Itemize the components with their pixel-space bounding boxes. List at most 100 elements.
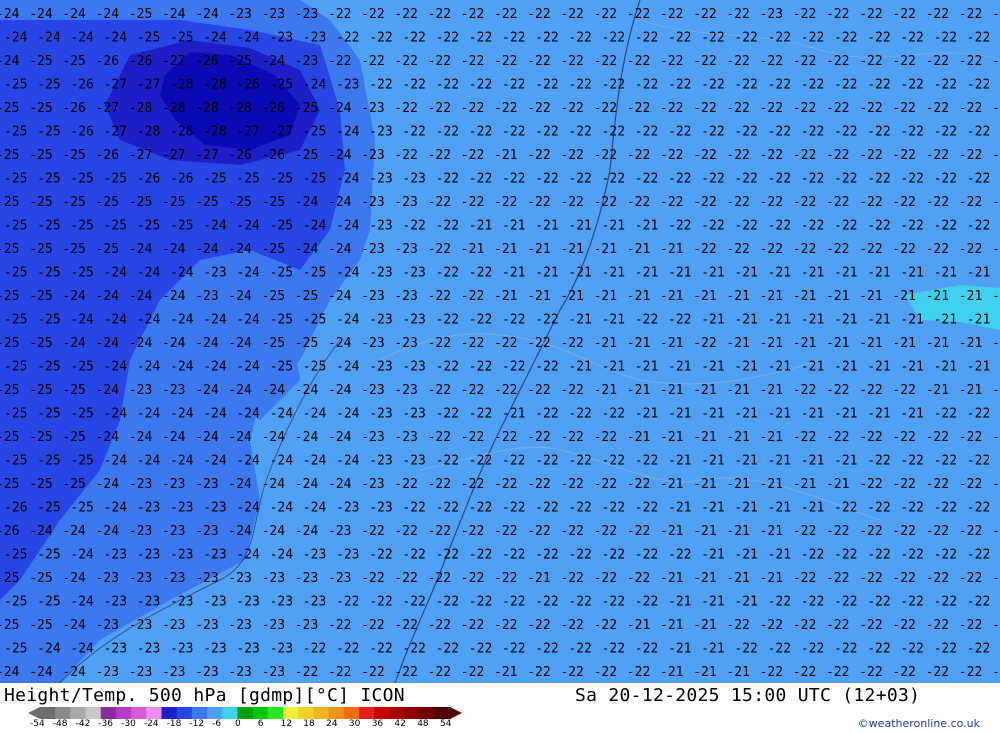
contour-label: -22 <box>328 618 351 633</box>
contour-label: -22 <box>793 665 816 680</box>
contour-label: -24 <box>328 101 352 116</box>
contour-label: -25 <box>270 313 293 328</box>
contour-label: -24 <box>62 618 86 633</box>
contour-label: -22 <box>660 148 683 163</box>
contour-label: -22 <box>926 477 949 492</box>
contour-label: -22 <box>436 501 459 516</box>
contour-label: -25 <box>29 289 52 304</box>
contour-label: -21 <box>834 266 857 281</box>
contour-label: -22 <box>502 642 525 657</box>
contour-label: -22 <box>394 148 417 163</box>
contour-label: -22 <box>892 148 915 163</box>
contour-label: -25 <box>4 172 27 187</box>
contour-label: -22 <box>834 642 857 657</box>
contour-label: -22 <box>535 548 558 563</box>
contour-label: -22 <box>560 54 583 69</box>
contour-label: -25 <box>37 219 60 234</box>
scale-swatch <box>161 707 178 719</box>
contour-label: -22 <box>859 430 882 445</box>
contour-label: -21 <box>926 336 949 351</box>
contour-label: -24 <box>162 289 186 304</box>
contour-label: -25 <box>0 242 19 257</box>
weather-map: -24-24-24-24-25-24-24-23-23-23-22-22-22-… <box>0 0 1000 683</box>
contour-label: -21 <box>701 313 724 328</box>
contour-label: -22 <box>892 195 915 210</box>
contour-label: -23 <box>228 618 251 633</box>
scale-tick-label: -24 <box>143 719 159 729</box>
contour-label: -24 <box>270 548 294 563</box>
contour-label: -25 <box>70 219 93 234</box>
contour-label: -21 <box>693 524 716 539</box>
contour-label: -22 <box>892 665 915 680</box>
contour-label: -22 <box>867 595 890 610</box>
contour-label: -26 <box>0 524 19 539</box>
contour-label: -22 <box>992 618 1000 633</box>
contour-label: -22 <box>826 7 849 22</box>
contour-label: -24 <box>303 219 327 234</box>
contour-label: -24 <box>96 336 120 351</box>
scale-tick-label: 36 <box>371 719 384 729</box>
contour-label: -21 <box>867 266 890 281</box>
credit-link[interactable]: ©weatheronline.co.uk <box>858 717 980 730</box>
contour-label: -21 <box>834 313 857 328</box>
contour-label: -23 <box>402 313 425 328</box>
contour-label: -23 <box>402 407 425 422</box>
contour-label: -27 <box>162 54 185 69</box>
contour-label: -23 <box>361 101 384 116</box>
contour-label: -22 <box>959 618 982 633</box>
contour-label: -22 <box>394 477 417 492</box>
contour-label: -22 <box>369 642 392 657</box>
contour-label: -22 <box>494 618 517 633</box>
contour-label: -24 <box>328 430 352 445</box>
contour-label: -22 <box>461 618 484 633</box>
contour-label: -25 <box>0 289 19 304</box>
contour-label: -22 <box>668 31 691 46</box>
contour-label: -25 <box>70 172 93 187</box>
contour-label: -22 <box>361 54 384 69</box>
contour-label: -22 <box>934 78 957 93</box>
contour-label: -21 <box>693 430 716 445</box>
contour-label: -26 <box>96 148 119 163</box>
contour-label: -23 <box>270 31 293 46</box>
contour-label: -24 <box>236 407 260 422</box>
contour-label: -24 <box>236 266 260 281</box>
contour-label: -21 <box>992 336 1000 351</box>
contour-label: -22 <box>900 219 923 234</box>
contour-label: -23 <box>137 642 160 657</box>
contour-label: -22 <box>461 101 484 116</box>
contour-label: -22 <box>635 125 658 140</box>
contour-label: -21 <box>701 407 724 422</box>
contour-label: -21 <box>660 571 683 586</box>
contour-label: -22 <box>768 78 791 93</box>
contour-label: -24 <box>96 524 120 539</box>
contour-label: -22 <box>826 242 849 257</box>
contour-label: -22 <box>760 195 783 210</box>
contour-label: -21 <box>627 289 650 304</box>
contour-label: -24 <box>328 383 352 398</box>
contour-label: -22 <box>826 430 849 445</box>
scale-tick-label: 6 <box>257 719 264 729</box>
contour-label: -22 <box>402 548 425 563</box>
contour-label: -24 <box>295 477 319 492</box>
contour-label: -24 <box>336 360 360 375</box>
contour-label: -22 <box>934 31 957 46</box>
contour-label: -21 <box>502 266 525 281</box>
contour-label: -22 <box>568 78 591 93</box>
contour-label: -23 <box>236 595 259 610</box>
contour-label: -22 <box>726 101 749 116</box>
scale-tick-label: -54 <box>30 719 45 729</box>
contour-label: -26 <box>62 101 85 116</box>
contour-label: -21 <box>627 430 650 445</box>
contour-label: -22 <box>527 618 550 633</box>
contour-label: -22 <box>428 336 451 351</box>
contour-label: -23 <box>162 524 185 539</box>
contour-label: -22 <box>627 101 650 116</box>
contour-label: -22 <box>959 571 982 586</box>
contour-label: -23 <box>195 618 218 633</box>
contour-label: -24 <box>29 524 53 539</box>
contour-label: -25 <box>4 454 27 469</box>
contour-label: -22 <box>469 501 492 516</box>
contour-label: -22 <box>760 101 783 116</box>
contour-label: -22 <box>734 172 757 187</box>
contour-label: -23 <box>195 477 218 492</box>
